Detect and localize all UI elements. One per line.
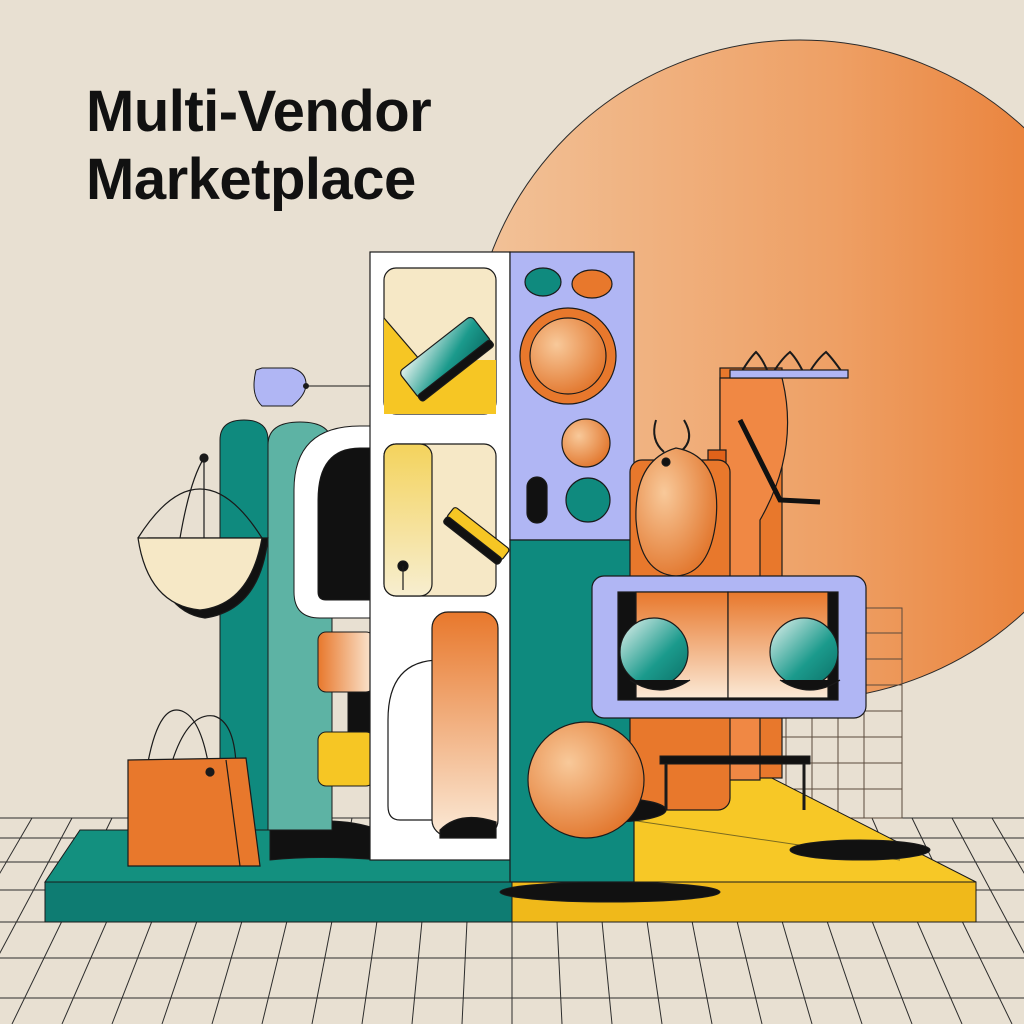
illustration: Multi-Vendor Marketplace <box>0 0 1024 1024</box>
title-line-1: Multi-Vendor <box>86 79 432 144</box>
title-line-2: Marketplace <box>86 147 416 212</box>
page-title: Multi-Vendor Marketplace <box>86 78 432 214</box>
lavender-tag <box>253 367 372 407</box>
product-shelf-icon <box>369 251 511 861</box>
display-box <box>591 575 867 719</box>
